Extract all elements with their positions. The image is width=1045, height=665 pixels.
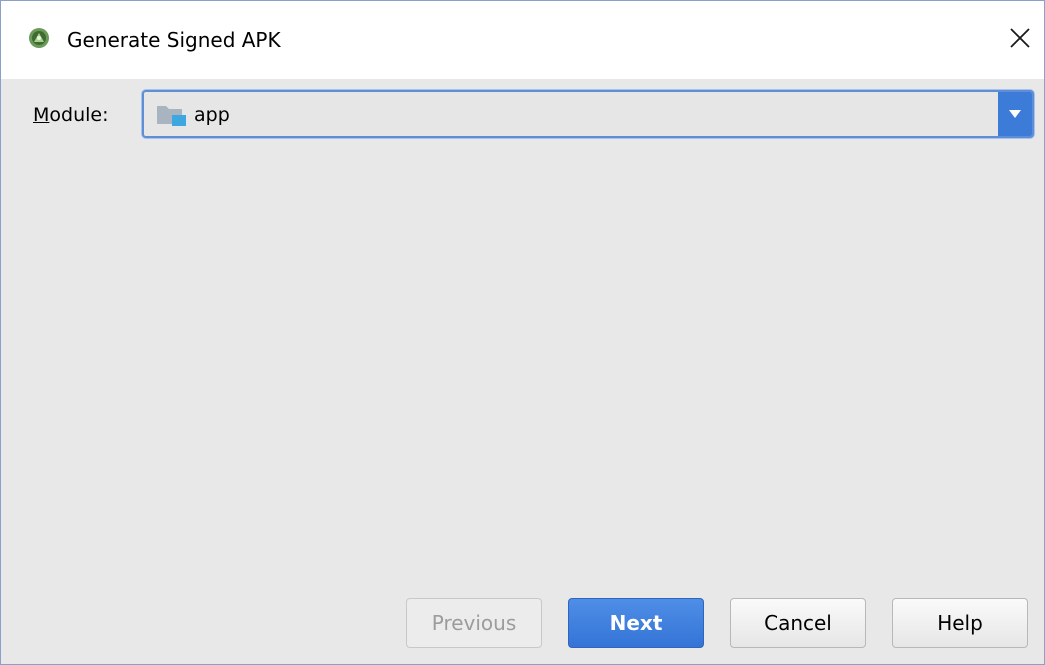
generate-signed-apk-dialog: Generate Signed APK Module: app Previous… xyxy=(0,0,1045,665)
next-button[interactable]: Next xyxy=(568,598,704,648)
close-button[interactable] xyxy=(996,15,1044,61)
module-select[interactable]: app xyxy=(142,90,1034,138)
module-label-text: odule: xyxy=(49,104,109,126)
help-button[interactable]: Help xyxy=(892,598,1028,648)
dialog-content: Module: app Previous Next Cancel Help xyxy=(1,79,1044,664)
close-icon xyxy=(1010,28,1030,48)
module-folder-icon xyxy=(157,106,186,126)
title-bar: Generate Signed APK xyxy=(1,1,1044,79)
module-label-mnemonic: M xyxy=(33,104,50,126)
cancel-button[interactable]: Cancel xyxy=(730,598,866,648)
dropdown-button[interactable] xyxy=(998,92,1032,136)
previous-button[interactable]: Previous xyxy=(406,598,542,648)
android-studio-icon xyxy=(29,28,49,48)
window-title: Generate Signed APK xyxy=(67,28,281,52)
module-selected-value: app xyxy=(194,104,230,126)
chevron-down-icon xyxy=(1009,110,1021,118)
module-label: Module: xyxy=(33,103,109,127)
